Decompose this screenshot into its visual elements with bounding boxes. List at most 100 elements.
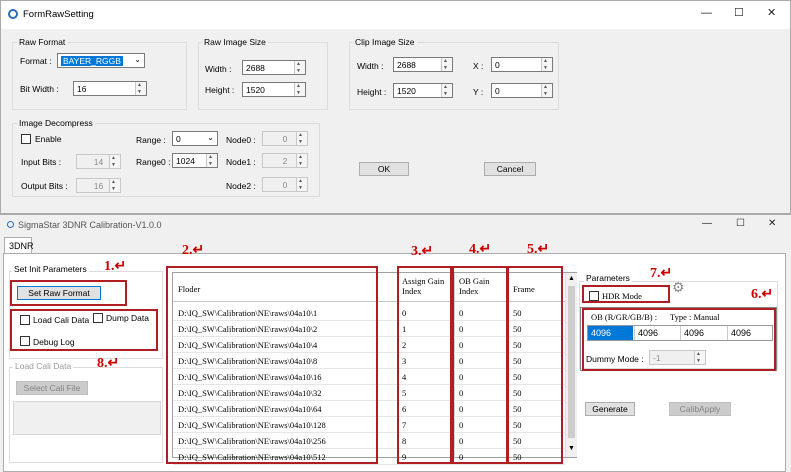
clip-y-stepper[interactable]: 0 xyxy=(491,83,553,98)
ok-button[interactable]: OK xyxy=(359,162,409,176)
window-title: SigmaStar 3DNR Calibration-V1.0.0 xyxy=(18,220,162,230)
bitwidth-stepper[interactable]: 16 xyxy=(73,81,147,96)
bitwidth-value: 16 xyxy=(77,84,87,94)
scroll-up-icon[interactable]: ▲ xyxy=(568,275,575,282)
dummy-mode-label: Dummy Mode : xyxy=(586,354,644,364)
debug-log-checkbox[interactable] xyxy=(20,336,30,346)
scroll-thumb[interactable] xyxy=(568,286,575,438)
range-select[interactable]: 0 ⌄ xyxy=(172,131,218,146)
spin-arrows-icon[interactable] xyxy=(296,154,307,167)
ob-gain-column-highlight xyxy=(452,266,508,464)
annotation-6: 6.↵ xyxy=(751,287,774,302)
ob-value-gb[interactable]: 4096 xyxy=(680,326,726,340)
spin-arrows-icon[interactable] xyxy=(109,155,120,168)
spin-arrows-icon[interactable] xyxy=(541,58,552,71)
minimize-icon[interactable]: — xyxy=(702,218,712,229)
clip-width-stepper[interactable]: 2688 xyxy=(393,57,453,72)
clip-height-stepper[interactable]: 1520 xyxy=(393,83,453,98)
clip-height-value: 1520 xyxy=(397,86,416,96)
raw-format-title: Raw Format xyxy=(17,37,68,47)
app-icon xyxy=(7,221,14,228)
hdr-mode-label: HDR Mode xyxy=(602,291,642,301)
spin-arrows-icon[interactable] xyxy=(296,178,307,191)
frame-column-highlight xyxy=(507,266,563,464)
clip-x-label: X : xyxy=(473,61,484,71)
close-icon[interactable]: ✕ xyxy=(767,6,776,19)
clip-height-label: Height : xyxy=(357,87,387,97)
node0-value: 0 xyxy=(282,134,288,144)
spin-arrows-icon[interactable] xyxy=(441,84,452,97)
chevron-down-icon: ⌄ xyxy=(134,55,141,64)
range0-stepper[interactable]: 1024 xyxy=(172,153,218,168)
spin-arrows-icon[interactable] xyxy=(294,83,305,96)
maximize-icon[interactable]: ☐ xyxy=(736,218,745,229)
output-bits-stepper[interactable]: 16 xyxy=(76,178,121,193)
dummy-mode-stepper[interactable]: -1 xyxy=(649,350,706,365)
spin-arrows-icon[interactable] xyxy=(296,132,307,145)
assign-gain-column-highlight xyxy=(397,266,452,464)
spin-arrows-icon[interactable] xyxy=(135,82,146,95)
raw-width-value: 2688 xyxy=(246,63,265,73)
range0-label: Range0 : xyxy=(136,157,171,167)
bitwidth-label: Bit Width : xyxy=(20,84,59,94)
range0-value: 1024 xyxy=(176,156,195,166)
minimize-icon[interactable]: — xyxy=(701,7,712,19)
spin-arrows-icon[interactable] xyxy=(109,179,120,192)
input-bits-stepper[interactable]: 14 xyxy=(76,154,121,169)
spin-arrows-icon[interactable] xyxy=(694,351,705,364)
cali-file-textarea[interactable] xyxy=(13,401,161,435)
cancel-button[interactable]: Cancel xyxy=(484,162,536,176)
form-raw-setting-window: FormRawSetting — ☐ ✕ Raw Format Format :… xyxy=(0,0,791,214)
vertical-scrollbar[interactable]: ▲ ▼ xyxy=(565,273,577,457)
clip-x-value: 0 xyxy=(495,60,500,70)
app-icon xyxy=(8,9,18,19)
spin-arrows-icon[interactable] xyxy=(441,58,452,71)
spin-arrows-icon[interactable] xyxy=(294,61,305,74)
raw-image-size-title: Raw Image Size xyxy=(202,37,268,47)
node1-label: Node1 : xyxy=(226,157,256,167)
generate-button[interactable]: Generate xyxy=(585,402,635,416)
debug-log-label: Debug Log xyxy=(33,337,75,347)
tab-3dnr[interactable]: 3DNR xyxy=(4,237,34,254)
range-label: Range : xyxy=(136,135,166,145)
annotation-5: 5.↵ xyxy=(527,242,550,257)
select-cali-file-button[interactable]: Select Cali File xyxy=(16,381,88,395)
node0-stepper[interactable]: 0 xyxy=(262,131,308,146)
maximize-icon[interactable]: ☐ xyxy=(734,6,744,19)
raw-width-stepper[interactable]: 2688 xyxy=(242,60,306,75)
clip-width-value: 2688 xyxy=(397,60,416,70)
row-divider xyxy=(173,464,565,465)
annotation-4: 4.↵ xyxy=(469,242,492,257)
annotation-2: 2.↵ xyxy=(182,243,205,258)
range-value: 0 xyxy=(176,134,181,144)
spin-arrows-icon[interactable] xyxy=(541,84,552,97)
calib-apply-button[interactable]: CalibApply xyxy=(669,402,731,416)
node2-stepper[interactable]: 0 xyxy=(262,177,308,192)
clip-image-size-group xyxy=(349,42,559,110)
dump-data-checkbox[interactable] xyxy=(93,313,103,323)
input-bits-label: Input Bits : xyxy=(21,157,62,167)
ob-value-r[interactable]: 4096 xyxy=(588,326,633,340)
enable-checkbox[interactable] xyxy=(21,134,31,144)
load-cali-data-checkbox[interactable] xyxy=(20,315,30,325)
clip-y-value: 0 xyxy=(495,86,500,96)
tab-3dnr-label: 3DNR xyxy=(9,241,34,251)
close-icon[interactable]: ✕ xyxy=(768,218,776,229)
settings-gear-icon[interactable]: ⚙ xyxy=(672,279,685,296)
format-select[interactable]: BAYER_RGGB ⌄ xyxy=(57,53,145,68)
type-label: Type : Manual xyxy=(670,312,720,322)
node1-stepper[interactable]: 2 xyxy=(262,153,308,168)
raw-image-size-group xyxy=(198,42,328,110)
raw-width-label: Width : xyxy=(205,64,232,74)
load-cali-title: Load Cali Data xyxy=(13,361,74,371)
scroll-down-icon[interactable]: ▼ xyxy=(568,445,575,452)
ob-value-b[interactable]: 4096 xyxy=(727,326,773,340)
spin-arrows-icon[interactable] xyxy=(206,154,217,167)
set-raw-format-button[interactable]: Set Raw Format xyxy=(17,286,101,300)
ob-value-gr[interactable]: 4096 xyxy=(634,326,679,340)
hdr-mode-checkbox[interactable] xyxy=(589,291,599,301)
raw-height-stepper[interactable]: 1520 xyxy=(242,82,306,97)
clip-x-stepper[interactable]: 0 xyxy=(491,57,553,72)
window-title: FormRawSetting xyxy=(23,9,94,20)
folder-column-highlight xyxy=(166,266,378,464)
